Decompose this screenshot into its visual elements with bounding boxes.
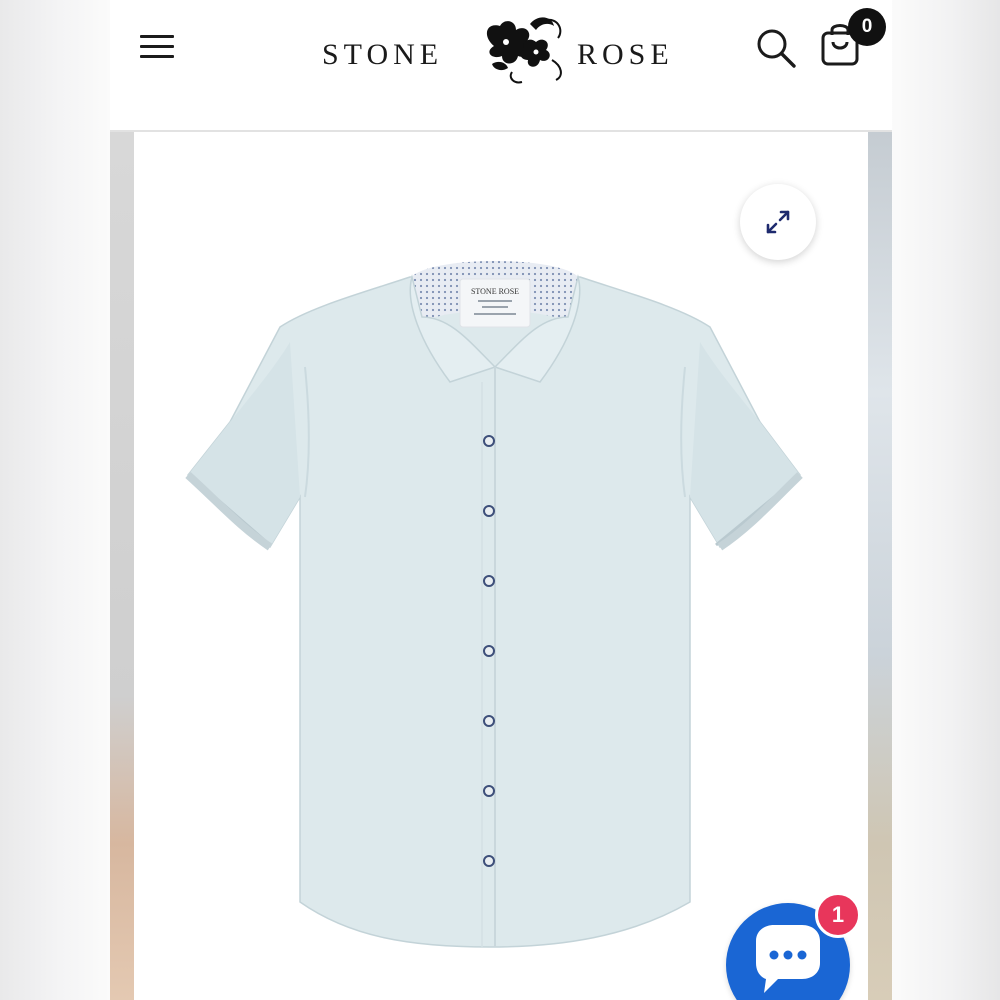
hamburger-line [140, 45, 174, 48]
previous-slide-peek[interactable] [110, 132, 134, 1000]
collar-label-text: STONE ROSE [471, 287, 519, 296]
next-slide-peek[interactable] [868, 132, 892, 1000]
expand-arrows-icon [766, 210, 790, 234]
app-window: Stone Rose [110, 0, 892, 1000]
site-header: Stone Rose [110, 0, 892, 132]
search-icon [757, 29, 796, 68]
zoom-button[interactable] [740, 184, 816, 260]
brand-name-right: Rose [577, 38, 674, 71]
product-image[interactable]: STONE ROSE [160, 247, 840, 967]
rose-emblem-icon [486, 17, 562, 84]
cart-count-badge: 0 [848, 8, 886, 46]
brand-name-left: Stone [322, 38, 444, 71]
product-image-gallery[interactable]: STONE ROSE [110, 132, 892, 1000]
search-button[interactable] [754, 26, 798, 70]
hamburger-menu-icon [140, 35, 174, 38]
brand-logo[interactable]: Stone Rose [320, 8, 680, 88]
hamburger-line [140, 55, 174, 58]
menu-button[interactable] [138, 28, 178, 66]
chat-notification-badge: 1 [815, 892, 861, 938]
